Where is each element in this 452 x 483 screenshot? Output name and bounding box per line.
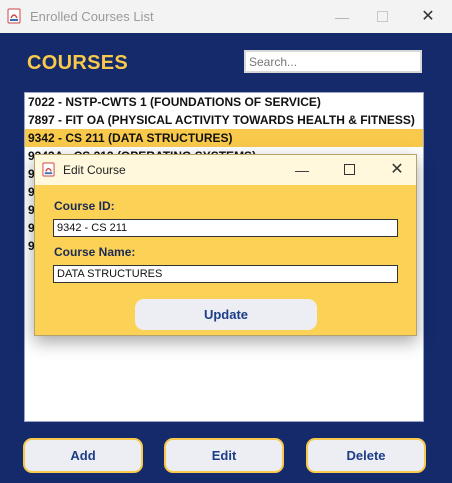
java-icon: [7, 8, 21, 24]
minimize-button[interactable]: —: [328, 6, 356, 28]
list-item[interactable]: 7022 - NSTP-CWTS 1 (FOUNDATIONS OF SERVI…: [25, 93, 423, 111]
add-button[interactable]: Add: [23, 438, 143, 473]
edit-button[interactable]: Edit: [164, 438, 284, 473]
dialog-title: Edit Course: [63, 163, 126, 177]
edit-course-dialog: Edit Course — ✕ Course ID: Course Name: …: [34, 154, 417, 336]
course-name-label: Course Name:: [54, 245, 136, 259]
list-item-selected[interactable]: 9342 - CS 211 (DATA STRUCTURES): [25, 129, 423, 147]
dialog-title-bar[interactable]: Edit Course — ✕: [35, 155, 416, 185]
title-bar[interactable]: Enrolled Courses List — ✕: [0, 0, 452, 33]
page-title: COURSES: [27, 52, 129, 74]
maximize-icon: [376, 11, 388, 22]
list-item[interactable]: 7897 - FIT OA (PHYSICAL ACTIVITY TOWARDS…: [25, 111, 423, 129]
maximize-icon: [343, 164, 355, 175]
close-button[interactable]: ✕: [414, 6, 442, 28]
course-id-field[interactable]: [53, 219, 398, 237]
delete-button[interactable]: Delete: [306, 438, 426, 473]
update-button[interactable]: Update: [135, 299, 317, 330]
java-icon: [42, 162, 55, 177]
dialog-minimize-button[interactable]: —: [290, 159, 314, 181]
search-input[interactable]: [244, 50, 422, 73]
dialog-maximize-button[interactable]: [337, 159, 361, 181]
maximize-button[interactable]: [368, 6, 396, 28]
course-name-field[interactable]: [53, 265, 398, 283]
dialog-close-button[interactable]: ✕: [385, 159, 409, 181]
window-title: Enrolled Courses List: [30, 9, 154, 24]
course-id-label: Course ID:: [54, 199, 115, 213]
